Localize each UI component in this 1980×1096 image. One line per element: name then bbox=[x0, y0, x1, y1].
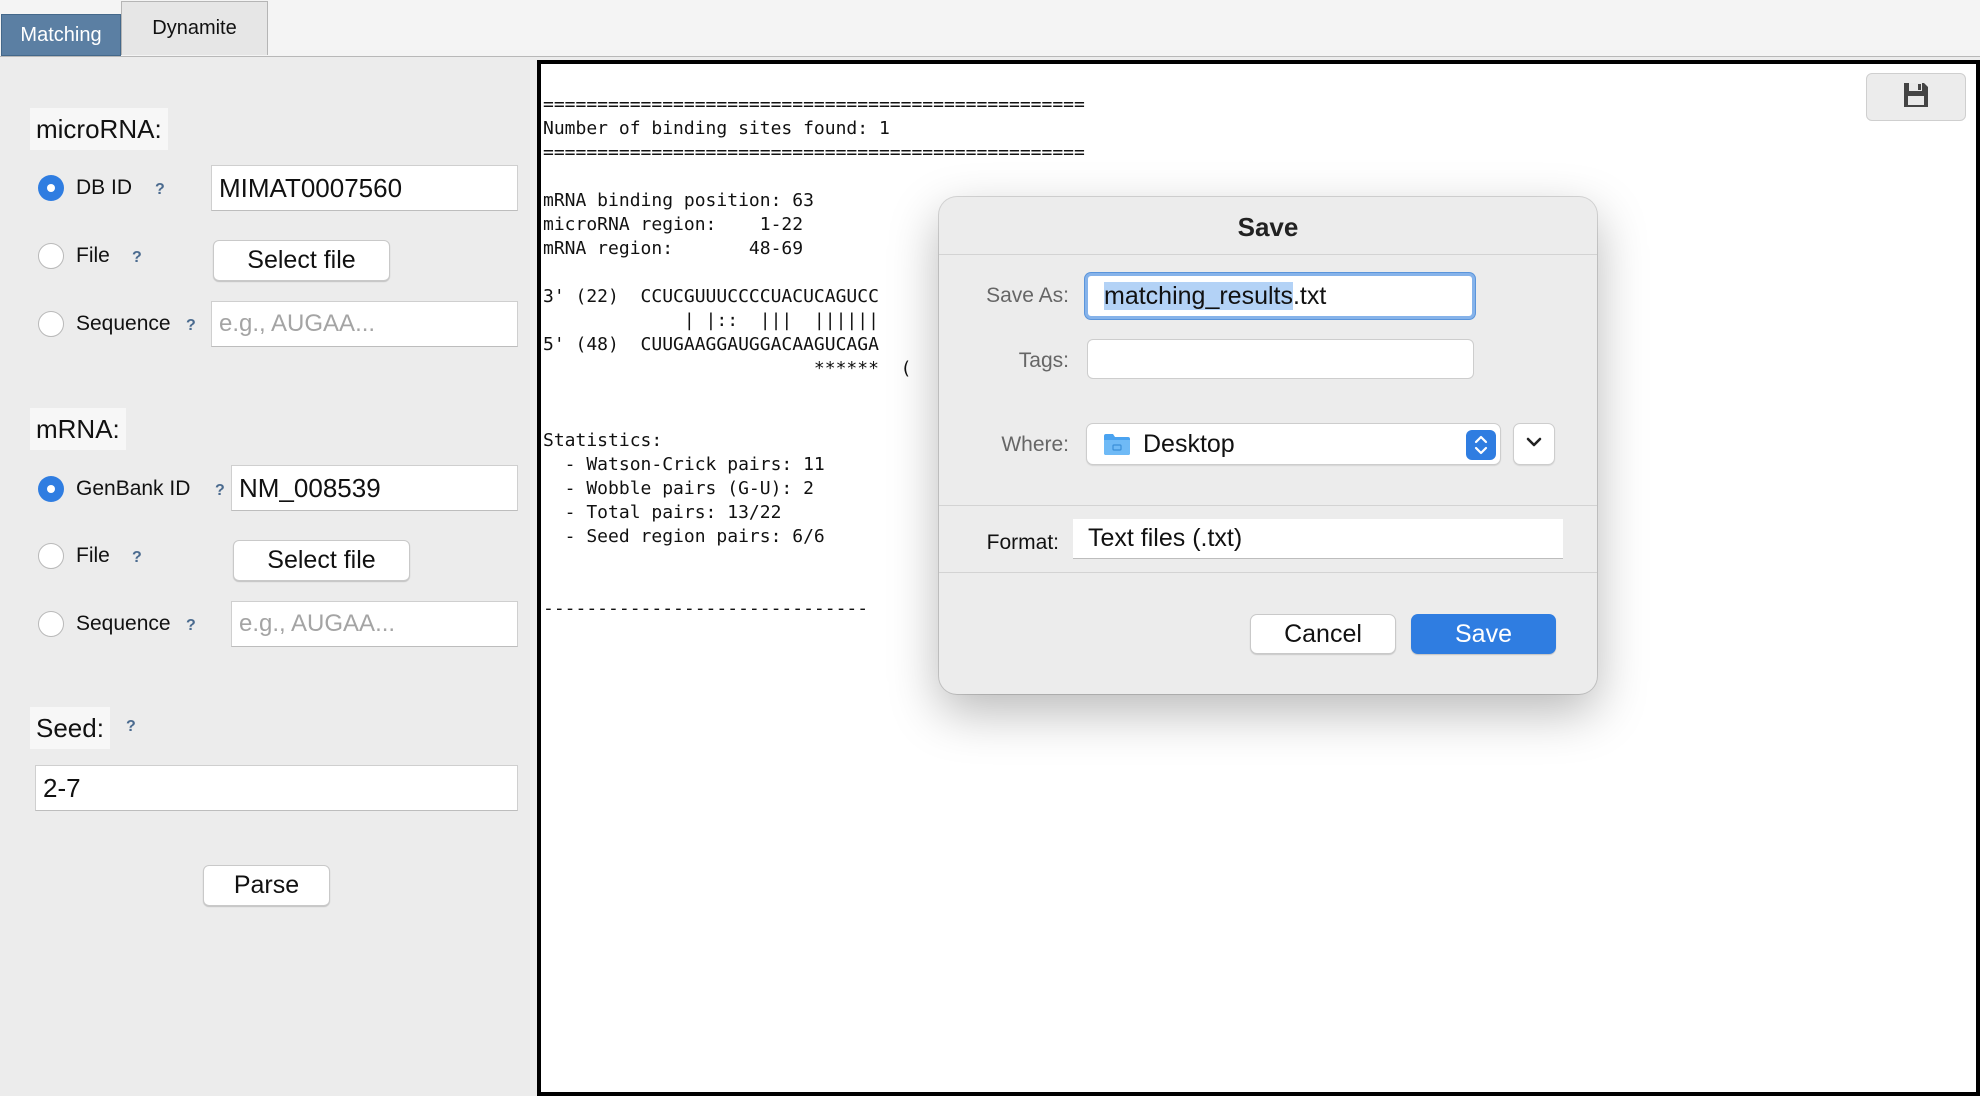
save-output-button[interactable] bbox=[1866, 73, 1966, 121]
tab-matching[interactable]: Matching bbox=[1, 14, 121, 56]
mrna-file-label: File bbox=[76, 544, 110, 567]
up-down-chevron-icon bbox=[1466, 430, 1496, 460]
microrna-file-label: File bbox=[76, 244, 110, 267]
filename-selected-text: matching_results bbox=[1104, 282, 1293, 310]
tab-dynamite[interactable]: Dynamite bbox=[121, 1, 268, 55]
mrna-sequence-input[interactable]: e.g., AUGAA... bbox=[231, 601, 518, 647]
folder-icon bbox=[1103, 432, 1131, 456]
dialog-title: Save bbox=[1237, 212, 1299, 242]
microrna-db-id-help-icon[interactable]: ? bbox=[155, 180, 165, 200]
mrna-genbank-id-help-icon[interactable]: ? bbox=[215, 481, 225, 501]
tab-bar: Matching Dynamite bbox=[0, 0, 1980, 57]
save-dialog: Save Save As: matching_results.txt Tags:… bbox=[939, 197, 1597, 694]
title-divider bbox=[939, 254, 1597, 255]
mrna-genbank-id-label: GenBank ID bbox=[76, 477, 191, 500]
filename-input[interactable]: matching_results.txt bbox=[1085, 273, 1475, 319]
buttons-divider bbox=[939, 572, 1597, 573]
microrna-sequence-radio[interactable] bbox=[38, 311, 64, 337]
mrna-section-label: mRNA: bbox=[30, 408, 126, 450]
seed-input[interactable]: 2-7 bbox=[35, 765, 518, 811]
microrna-db-id-label: DB ID bbox=[76, 176, 133, 199]
save-button[interactable]: Save bbox=[1411, 614, 1556, 654]
floppy-disk-icon bbox=[1901, 80, 1931, 115]
mrna-sequence-radio[interactable] bbox=[38, 611, 64, 637]
format-popup[interactable]: Text files (.txt) bbox=[1073, 519, 1563, 559]
chevron-down-icon bbox=[1525, 435, 1543, 453]
where-location-popup[interactable]: Desktop bbox=[1086, 423, 1501, 465]
filename-extension: .txt bbox=[1292, 282, 1327, 310]
microrna-section-label: microRNA: bbox=[30, 108, 168, 150]
mrna-genbank-id-radio[interactable] bbox=[38, 476, 64, 502]
seed-section-label: Seed: bbox=[30, 707, 110, 749]
microrna-sequence-input[interactable]: e.g., AUGAA... bbox=[211, 301, 518, 347]
tags-label: Tags: bbox=[1018, 349, 1069, 372]
mrna-sequence-help-icon[interactable]: ? bbox=[186, 616, 196, 636]
microrna-sequence-help-icon[interactable]: ? bbox=[186, 316, 196, 336]
microrna-file-radio[interactable] bbox=[38, 243, 64, 269]
seed-help-icon[interactable]: ? bbox=[126, 717, 136, 737]
format-label: Format: bbox=[986, 531, 1059, 554]
microrna-sequence-label: Sequence bbox=[76, 312, 171, 335]
microrna-db-id-input[interactable]: MIMAT0007560 bbox=[211, 165, 518, 211]
mrna-genbank-id-input[interactable]: NM_008539 bbox=[231, 465, 518, 511]
expand-dialog-button[interactable] bbox=[1513, 423, 1555, 465]
tags-input[interactable] bbox=[1087, 339, 1474, 379]
cancel-button[interactable]: Cancel bbox=[1250, 614, 1396, 654]
where-label: Where: bbox=[1001, 433, 1069, 456]
where-value: Desktop bbox=[1143, 430, 1235, 458]
parse-button[interactable]: Parse bbox=[203, 865, 330, 906]
mrna-file-help-icon[interactable]: ? bbox=[132, 548, 142, 568]
microrna-db-id-radio[interactable] bbox=[38, 175, 64, 201]
mrna-file-radio[interactable] bbox=[38, 543, 64, 569]
save-as-label: Save As: bbox=[986, 284, 1069, 307]
mrna-select-file-button[interactable]: Select file bbox=[233, 540, 410, 581]
mrna-sequence-label: Sequence bbox=[76, 612, 171, 635]
microrna-select-file-button[interactable]: Select file bbox=[213, 240, 390, 281]
format-divider bbox=[939, 505, 1597, 506]
microrna-file-help-icon[interactable]: ? bbox=[132, 248, 142, 268]
